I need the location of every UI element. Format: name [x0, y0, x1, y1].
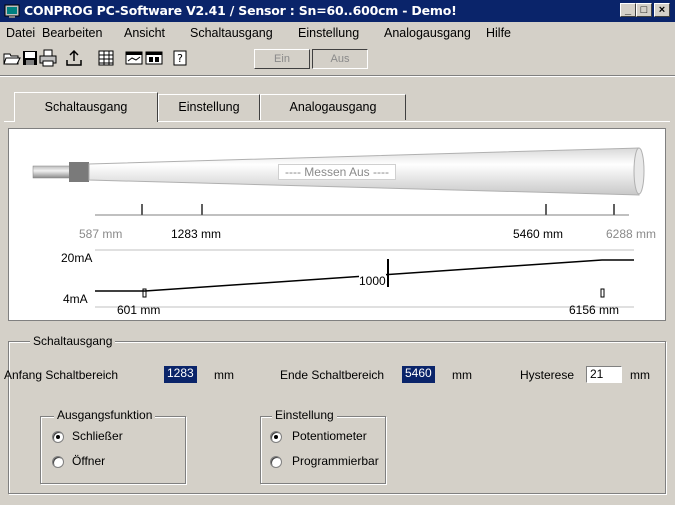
menu-bar: Datei Bearbeiten Ansicht Schaltausgang E… [0, 22, 675, 44]
label-4ma: 4mA [63, 292, 88, 306]
ausgangsfunktion-group [40, 416, 186, 484]
title-bar[interactable]: CONPROG PC-Software V2.41 / Sensor : Sn=… [0, 0, 675, 22]
toolbar-divider-highlight [0, 76, 675, 77]
help-icon[interactable]: ? [170, 48, 190, 68]
scale-end-label: 5460 mm [513, 227, 564, 241]
chart-icon[interactable] [124, 48, 144, 68]
radio-oeffner-label[interactable]: Öffner [72, 454, 105, 468]
tab-analogausgang[interactable]: Analogausgang [260, 94, 406, 120]
menu-ansicht[interactable]: Ansicht [124, 25, 165, 41]
ein-button[interactable]: Ein [254, 49, 310, 69]
aus-button[interactable]: Aus [312, 49, 368, 69]
menu-schaltausgang[interactable]: Schaltausgang [190, 25, 273, 41]
tab-schaltausgang[interactable]: Schaltausgang [14, 92, 158, 122]
scale-start-label: 1283 mm [171, 227, 222, 241]
measure-status: ---- Messen Aus ---- [9, 164, 665, 180]
radio-potentiometer-label[interactable]: Potentiometer [292, 429, 367, 443]
menu-bearbeiten[interactable]: Bearbeiten [42, 25, 102, 41]
radio-potentiometer[interactable] [270, 431, 282, 443]
close-button[interactable]: × [654, 3, 670, 17]
ende-unit: mm [452, 368, 472, 382]
toolbar: ? Ein Aus [0, 46, 675, 88]
window-title: CONPROG PC-Software V2.41 / Sensor : Sn=… [24, 3, 457, 18]
radio-schliesser-label[interactable]: Schließer [72, 429, 123, 443]
einstellung-group [260, 416, 386, 484]
menu-analogausgang[interactable]: Analogausgang [384, 25, 471, 41]
hysterese-unit: mm [630, 368, 650, 382]
sensor-panel: ---- Messen Aus ---- 587 mm 1283 mm 5460… [8, 128, 666, 321]
measure-status-text: ---- Messen Aus ---- [277, 164, 396, 180]
maximize-button[interactable]: □ [636, 3, 652, 17]
radio-programmierbar[interactable] [270, 456, 282, 468]
print-icon[interactable] [38, 48, 58, 68]
hysterese-label: Hysterese [520, 368, 575, 382]
minimize-button[interactable]: _ [620, 3, 636, 17]
window-icon[interactable] [144, 48, 164, 68]
sensor-graphic [32, 147, 645, 308]
ausgangsfunktion-title: Ausgangsfunktion [54, 408, 156, 422]
anfang-field[interactable]: 1283 [164, 366, 197, 383]
upload-icon[interactable] [64, 48, 84, 68]
menu-einstellung[interactable]: Einstellung [298, 25, 359, 41]
menu-hilfe[interactable]: Hilfe [486, 25, 511, 41]
scale-max-label: 6288 mm [606, 227, 657, 241]
anfang-label: Anfang Schaltbereich [4, 368, 119, 382]
einstellung-title: Einstellung [272, 408, 337, 422]
app-icon [4, 4, 20, 18]
save-icon[interactable] [20, 48, 40, 68]
analog-low-label: 601 mm [117, 303, 161, 317]
ende-label: Ende Schaltbereich [280, 368, 385, 382]
radio-schliesser[interactable] [52, 431, 64, 443]
ende-field[interactable]: 5460 [402, 366, 435, 383]
scale-min-label: 587 mm [79, 227, 123, 241]
label-20ma: 20mA [61, 251, 93, 265]
analog-high-label: 6156 mm [569, 303, 620, 317]
svg-text:?: ? [177, 52, 183, 65]
schaltausgang-group-title: Schaltausgang [30, 334, 116, 348]
menu-datei[interactable]: Datei [6, 25, 35, 41]
radio-oeffner[interactable] [52, 456, 64, 468]
tab-einstellung[interactable]: Einstellung [158, 94, 260, 120]
anfang-unit: mm [214, 368, 234, 382]
radio-programmierbar-label[interactable]: Programmierbar [292, 454, 379, 468]
hysterese-field[interactable]: 21 [586, 366, 622, 383]
analog-marker-label: 1000 [359, 274, 386, 288]
grid-icon[interactable] [96, 48, 116, 68]
open-icon[interactable] [2, 48, 22, 68]
